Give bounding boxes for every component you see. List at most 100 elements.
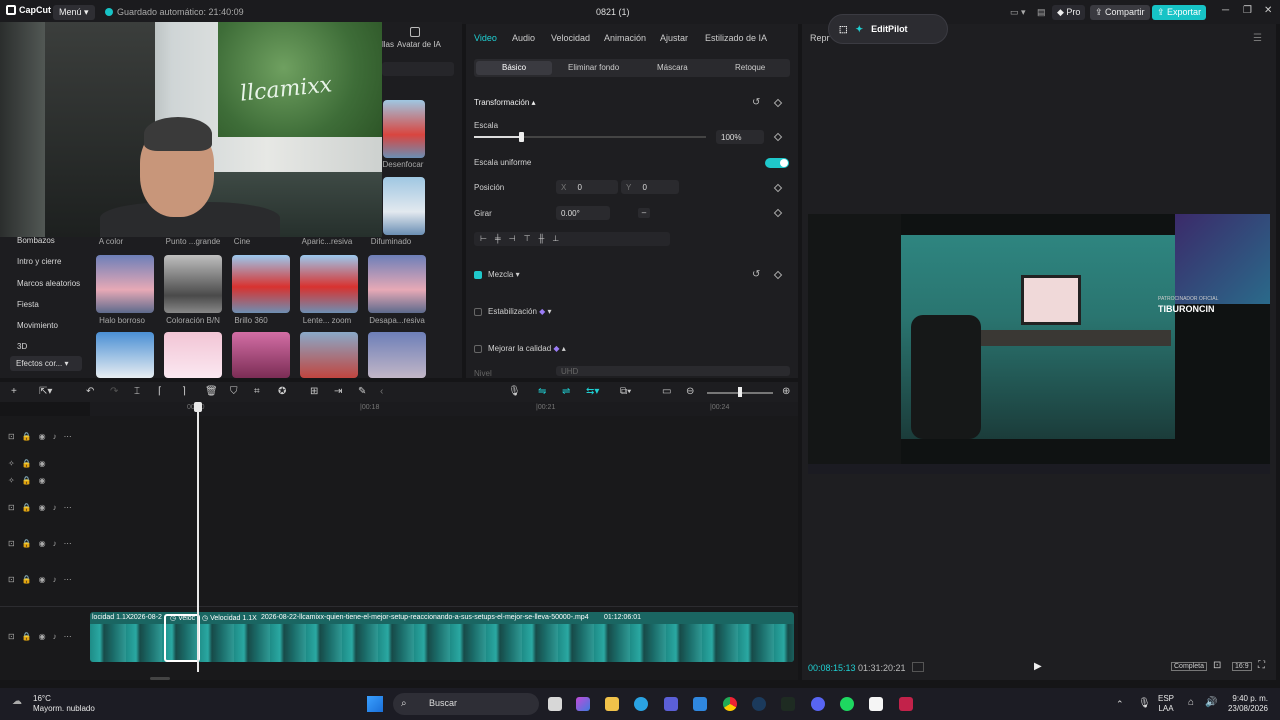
volume-icon[interactable]: 🔊 [1205,697,1217,708]
pro-button[interactable]: ◆ Pro [1052,5,1086,20]
complete-button[interactable]: Completa [1171,662,1207,671]
spotify-icon[interactable] [840,697,854,711]
category-bombazos[interactable]: Bombazos [17,236,55,245]
align-bottom-icon[interactable]: ⊥ [552,234,559,244]
category-3d[interactable]: 3D [17,342,27,351]
tab-partial[interactable]: llas [382,40,394,49]
store-icon[interactable] [664,697,678,711]
fullscreen-icon[interactable]: ⛶ [1258,660,1265,671]
subtab-mask[interactable]: Máscara [657,63,688,72]
eye-icon[interactable]: ◉ [39,632,46,641]
shield-icon[interactable]: ⛉ [230,386,238,397]
eye-icon[interactable]: ◉ [39,575,46,584]
transform-section-label[interactable]: Transformación ▴ [474,98,536,107]
subtab-retouch[interactable]: Retoque [735,63,765,72]
redo-icon[interactable]: ↷ [110,386,118,397]
keyframe-icon[interactable] [773,98,783,108]
uniform-scale-toggle[interactable] [765,158,789,168]
reverse-icon[interactable]: ⇥ [334,386,342,397]
captions-icon[interactable]: ▭ [662,386,671,397]
restore-icon[interactable]: ❐ [1243,5,1252,16]
stabilize-section-label[interactable]: Estabilización ◆ ▾ [488,307,552,316]
draw-icon[interactable]: ✎ [358,386,366,397]
selected-clip-outline[interactable] [164,614,200,662]
audio-icon[interactable]: ♪ [53,632,57,641]
scale-slider-knob[interactable] [519,132,524,142]
align-center-v-icon[interactable]: ╫ [539,234,545,244]
effect-thumb-glow[interactable] [232,255,290,313]
clock[interactable]: 9:40 p. m. 23/08/2026 [1224,694,1268,714]
magnet-icon[interactable]: ⇌ [562,386,570,397]
rotate-input[interactable]: 0.00° [556,206,610,220]
level-select[interactable]: UHD [556,366,790,376]
rotate-keyframe-icon[interactable] [773,208,783,218]
effect-thumb-fade[interactable] [368,255,426,313]
export-button[interactable]: ⇪ Exportar [1152,5,1207,20]
edge-icon[interactable] [634,697,648,711]
effect-thumb-blur[interactable] [383,100,425,158]
nvidia-icon[interactable] [781,697,795,711]
category-party[interactable]: Fiesta [17,300,39,309]
trim-left-icon[interactable]: ⌈ [158,386,162,397]
lock-icon[interactable]: 🔒 [22,459,32,468]
zoom-in-icon[interactable]: ⊕ [782,386,790,397]
blend-checkbox[interactable] [474,271,482,279]
mail-icon[interactable] [693,697,707,711]
align-right-icon[interactable]: ⊣ [509,234,516,244]
delete-icon[interactable]: 🗑 [205,386,218,397]
tab-video[interactable]: Video [474,33,497,43]
more-icon[interactable]: ⋯ [64,503,72,512]
effect-thumb-lens[interactable] [300,255,358,313]
tab-ai-style[interactable]: Estilizado de IA [705,33,767,43]
lock-icon[interactable]: 🔒 [22,632,32,641]
quality-section-label[interactable]: Mejorar la calidad ◆ ▴ [488,344,566,353]
preview-axis-icon[interactable]: ⧉▾ [620,386,631,397]
discord-icon[interactable] [811,697,825,711]
effect-thumb-top2[interactable] [383,177,425,235]
steam-icon[interactable] [752,697,766,711]
timeline-marker-icon[interactable] [912,662,924,672]
blend-reset-icon[interactable]: ↺ [752,269,760,280]
effect-thumb-bw[interactable] [164,255,222,313]
reset-icon[interactable]: ↺ [752,97,760,108]
category-intro[interactable]: Intro y cierre [17,257,61,266]
category-dropdown[interactable]: Efectos cor... ▾ [10,356,82,371]
eye-icon[interactable]: ◉ [39,432,46,441]
mic-tray-icon[interactable]: 🎙 [1138,698,1151,709]
track-cover-icon[interactable]: ⊡ [8,575,15,584]
tab-adjust[interactable]: Ajustar [660,33,688,43]
play-icon[interactable]: ▶ [1034,661,1042,672]
timeline-scrollbar[interactable] [150,677,170,680]
weather-widget[interactable]: 16°C Mayorm. nublado [33,694,95,714]
menu-button[interactable]: Menú ▾ [53,5,95,20]
layout-icon[interactable]: ▭ ▾ [1005,5,1031,20]
share-button[interactable]: ⇪ Compartir [1090,5,1150,20]
task-view-icon[interactable] [548,697,562,711]
tab-ai-avatar[interactable]: Avatar de IA [397,40,441,49]
close-icon[interactable]: ✕ [1264,5,1272,16]
audio-icon[interactable]: ♪ [53,575,57,584]
zoom-out-icon[interactable]: ⊖ [686,386,694,397]
audio-icon[interactable]: ♪ [53,539,57,548]
blend-keyframe-icon[interactable] [773,270,783,280]
tab-audio[interactable]: Audio [512,33,535,43]
position-x-input[interactable]: X 0 [556,180,618,194]
tab-animation[interactable]: Animación [604,33,646,43]
eye-icon[interactable]: ◉ [39,459,46,468]
undo-icon[interactable]: ↶ [86,386,94,397]
file-explorer-icon[interactable] [605,697,619,711]
ratio-button[interactable]: 16:9 [1232,662,1252,671]
more-icon[interactable]: ⋯ [64,575,72,584]
more-icon[interactable]: ⋯ [64,539,72,548]
minimize-icon[interactable]: ─ [1222,5,1229,16]
position-keyframe-icon[interactable] [773,183,783,193]
network-icon[interactable]: ⌂ [1188,697,1194,708]
red-app-icon[interactable] [899,697,913,711]
track-fx-icon[interactable]: ✧ [8,459,15,468]
lock-icon[interactable]: 🔒 [22,575,32,584]
align-top-icon[interactable]: ⊤ [524,234,531,244]
language-indicator[interactable]: ESP LAA [1158,694,1174,714]
windows-start-icon[interactable] [367,696,383,712]
subtab-basic[interactable]: Básico [502,63,526,72]
shortcuts-icon[interactable]: ▤ [1032,5,1051,20]
